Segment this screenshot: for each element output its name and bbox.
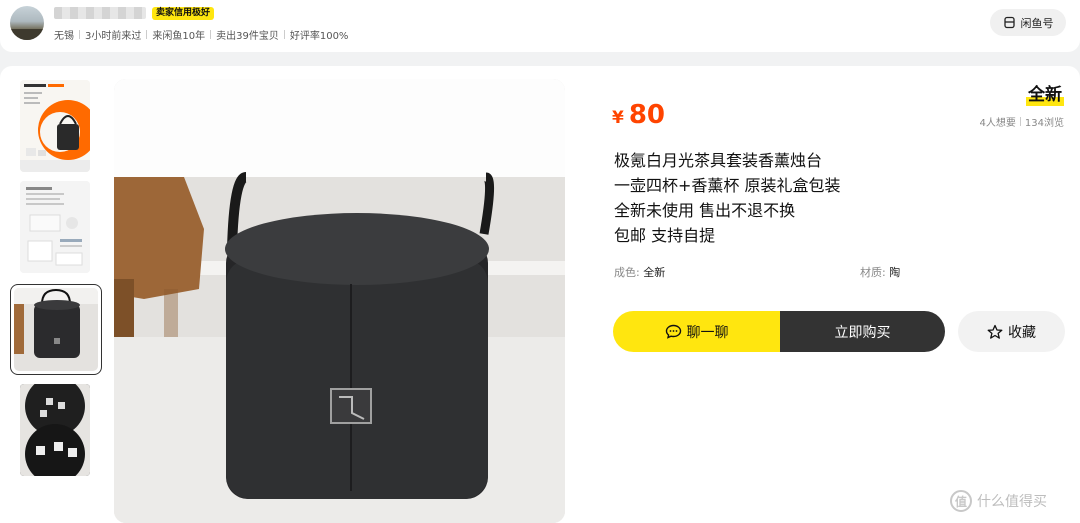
site-watermark: 值 什么值得买 [950, 490, 1047, 512]
view-count: 134浏览 [1024, 118, 1064, 129]
attribute-key: 成色: [614, 266, 644, 279]
chat-button[interactable]: 聊一聊 [613, 311, 780, 352]
divider [146, 30, 148, 39]
watermark-logo-icon: 值 [950, 490, 972, 512]
divider [283, 30, 285, 39]
seller-sold-count: 卖出39件宝贝 [216, 31, 279, 42]
star-icon [987, 324, 1003, 339]
price-value: 80 [628, 100, 666, 130]
product-box-open-thumbnail [20, 384, 90, 476]
description-line: 极氪白月光茶具套装香薰烛台 [614, 151, 823, 170]
description-line: 全新未使用 售出不退不换 [614, 201, 796, 220]
seller-meta: 无锡 3小时前来过 来闲鱼10年 卖出39件宝贝 好评率100% [54, 27, 348, 42]
divider [210, 30, 212, 39]
attribute-value: 全新 [643, 266, 666, 279]
attribute-condition: 成色: 全新 [614, 264, 665, 280]
description-line: 包邮 支持自提 [614, 226, 716, 245]
chat-label: 聊一聊 [686, 324, 729, 341]
seller-location: 无锡 [54, 31, 74, 42]
product-box-thumbnail [14, 288, 98, 371]
divider [79, 30, 80, 39]
seller-avatar[interactable] [10, 6, 44, 40]
product-detail-thumbnail [20, 181, 90, 273]
favorite-label: 收藏 [1008, 324, 1036, 341]
seller-rating: 好评率100% [289, 31, 349, 42]
main-product-image[interactable] [114, 79, 565, 523]
price-symbol: ¥ [612, 108, 624, 128]
shop-icon [1003, 16, 1015, 29]
attribute-key: 材质: [860, 266, 890, 279]
seller-last-active: 3小时前来过 [85, 31, 142, 42]
seller-header: 卖家信用极好 无锡 3小时前来过 来闲鱼10年 卖出39件宝贝 好评率100% … [0, 0, 1080, 52]
price: ¥80 [612, 100, 665, 130]
description-line: 一壶四杯+香薰杯 原装礼盒包装 [614, 176, 841, 195]
product-stats: 4人想要 134浏览 [980, 114, 1064, 129]
thumbnail-promo[interactable] [20, 80, 90, 172]
condition-tag: 全新 [1026, 84, 1064, 106]
thumbnail-box-open[interactable] [20, 384, 90, 476]
product-description: 极氪白月光茶具套装香薰烛台 一壶四杯+香薰杯 原装礼盒包装 全新未使用 售出不退… [614, 148, 1054, 248]
chat-icon [665, 324, 681, 339]
xianyu-id-button[interactable]: 闲鱼号 [990, 9, 1066, 36]
thumbnail-details[interactable] [20, 181, 90, 273]
divider [1019, 117, 1021, 126]
buy-now-label: 立即购买 [834, 324, 891, 341]
attribute-value: 陶 [889, 266, 901, 279]
product-promo-thumbnail [20, 80, 90, 172]
seller-tenure: 来闲鱼10年 [152, 31, 206, 42]
product-box-photo [114, 79, 565, 523]
watermark-text: 什么值得买 [977, 494, 1047, 510]
attribute-material: 材质: 陶 [860, 264, 900, 280]
seller-name-blurred[interactable] [54, 7, 146, 19]
xianyu-id-label: 闲鱼号 [1020, 16, 1054, 30]
buy-now-button[interactable]: 立即购买 [780, 311, 945, 352]
want-count: 4人想要 [979, 118, 1016, 129]
favorite-button[interactable]: 收藏 [958, 311, 1065, 352]
seller-credit-badge: 卖家信用极好 [152, 7, 215, 20]
thumbnail-box-selected[interactable] [10, 284, 102, 375]
